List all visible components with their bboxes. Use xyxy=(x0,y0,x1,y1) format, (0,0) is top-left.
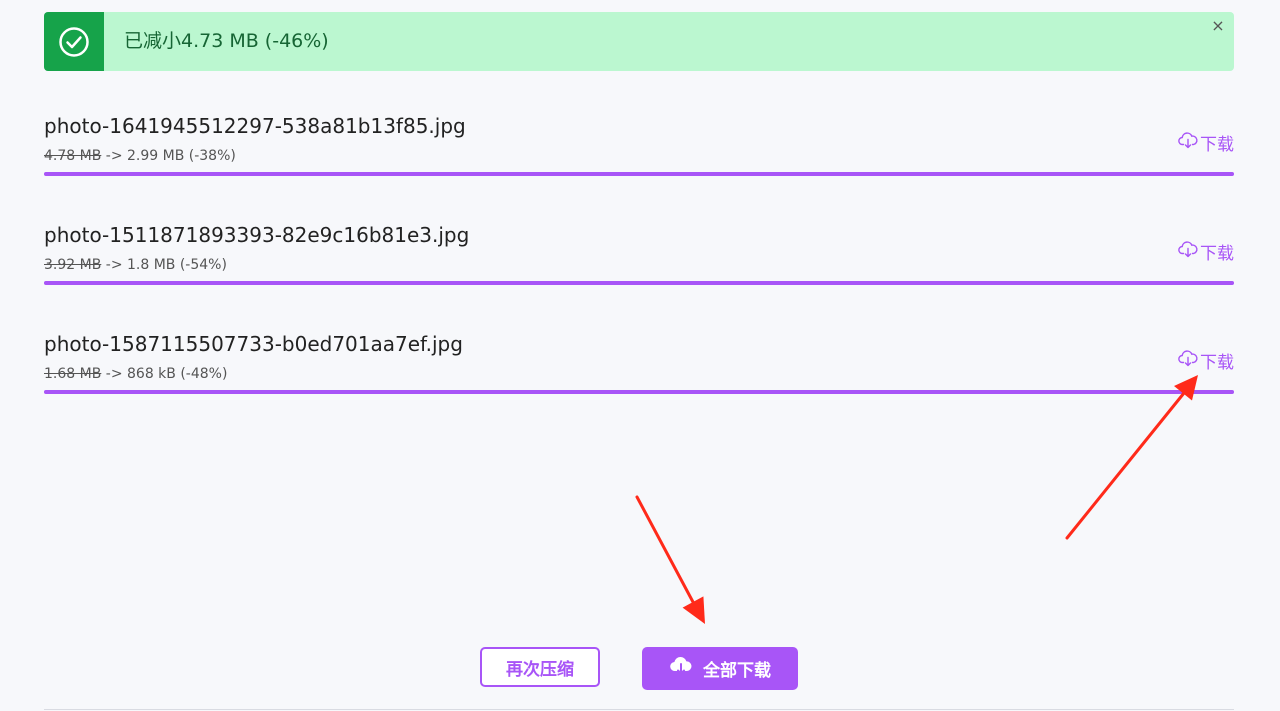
check-circle-icon xyxy=(44,12,104,71)
original-size: 1.68 MB xyxy=(44,366,102,382)
file-name: photo-1587115507733-b0ed701aa7ef.jpg xyxy=(44,332,463,356)
progress-bar xyxy=(44,281,1234,285)
cloud-download-icon xyxy=(1178,240,1198,263)
divider xyxy=(44,709,1234,710)
annotation-arrow xyxy=(635,495,705,624)
cloud-download-icon xyxy=(1178,131,1198,154)
download-label: 下载 xyxy=(1200,353,1234,373)
download-link[interactable]: 下载 xyxy=(1178,239,1234,264)
cloud-download-icon xyxy=(1178,349,1198,372)
file-name: photo-1511871893393-82e9c16b81e3.jpg xyxy=(44,223,470,247)
file-item: photo-1511871893393-82e9c16b81e3.jpg 3.9… xyxy=(44,223,1234,293)
progress-bar xyxy=(44,172,1234,176)
download-all-button[interactable]: 全部下载 xyxy=(642,647,798,690)
banner-message: 已减小4.73 MB (-46%) xyxy=(124,30,329,52)
file-item: photo-1587115507733-b0ed701aa7ef.jpg 1.6… xyxy=(44,332,1234,402)
download-label: 下载 xyxy=(1200,244,1234,264)
progress-fill xyxy=(44,281,1234,285)
file-item: photo-1641945512297-538a81b13f85.jpg 4.7… xyxy=(44,114,1234,184)
compressed-size: -> 1.8 MB (-54%) xyxy=(105,257,227,273)
original-size: 4.78 MB xyxy=(44,148,102,164)
download-all-label: 全部下载 xyxy=(703,661,771,681)
download-link[interactable]: 下载 xyxy=(1178,348,1234,373)
progress-fill xyxy=(44,390,1234,394)
file-sizes: 3.92 MB -> 1.8 MB (-54%) xyxy=(44,257,227,273)
compressed-size: -> 868 kB (-48%) xyxy=(105,366,228,382)
progress-fill xyxy=(44,172,1234,176)
compress-again-button[interactable]: 再次压缩 xyxy=(480,647,600,687)
file-sizes: 4.78 MB -> 2.99 MB (-38%) xyxy=(44,148,236,164)
download-link[interactable]: 下载 xyxy=(1178,130,1234,155)
cloud-download-icon xyxy=(669,656,693,681)
original-size: 3.92 MB xyxy=(44,257,102,273)
file-name: photo-1641945512297-538a81b13f85.jpg xyxy=(44,114,466,138)
file-sizes: 1.68 MB -> 868 kB (-48%) xyxy=(44,366,227,382)
close-icon[interactable]: × xyxy=(1210,18,1226,34)
download-label: 下载 xyxy=(1200,135,1234,155)
success-banner: 已减小4.73 MB (-46%) × xyxy=(44,12,1234,71)
compressed-size: -> 2.99 MB (-38%) xyxy=(105,148,236,164)
progress-bar xyxy=(44,390,1234,394)
